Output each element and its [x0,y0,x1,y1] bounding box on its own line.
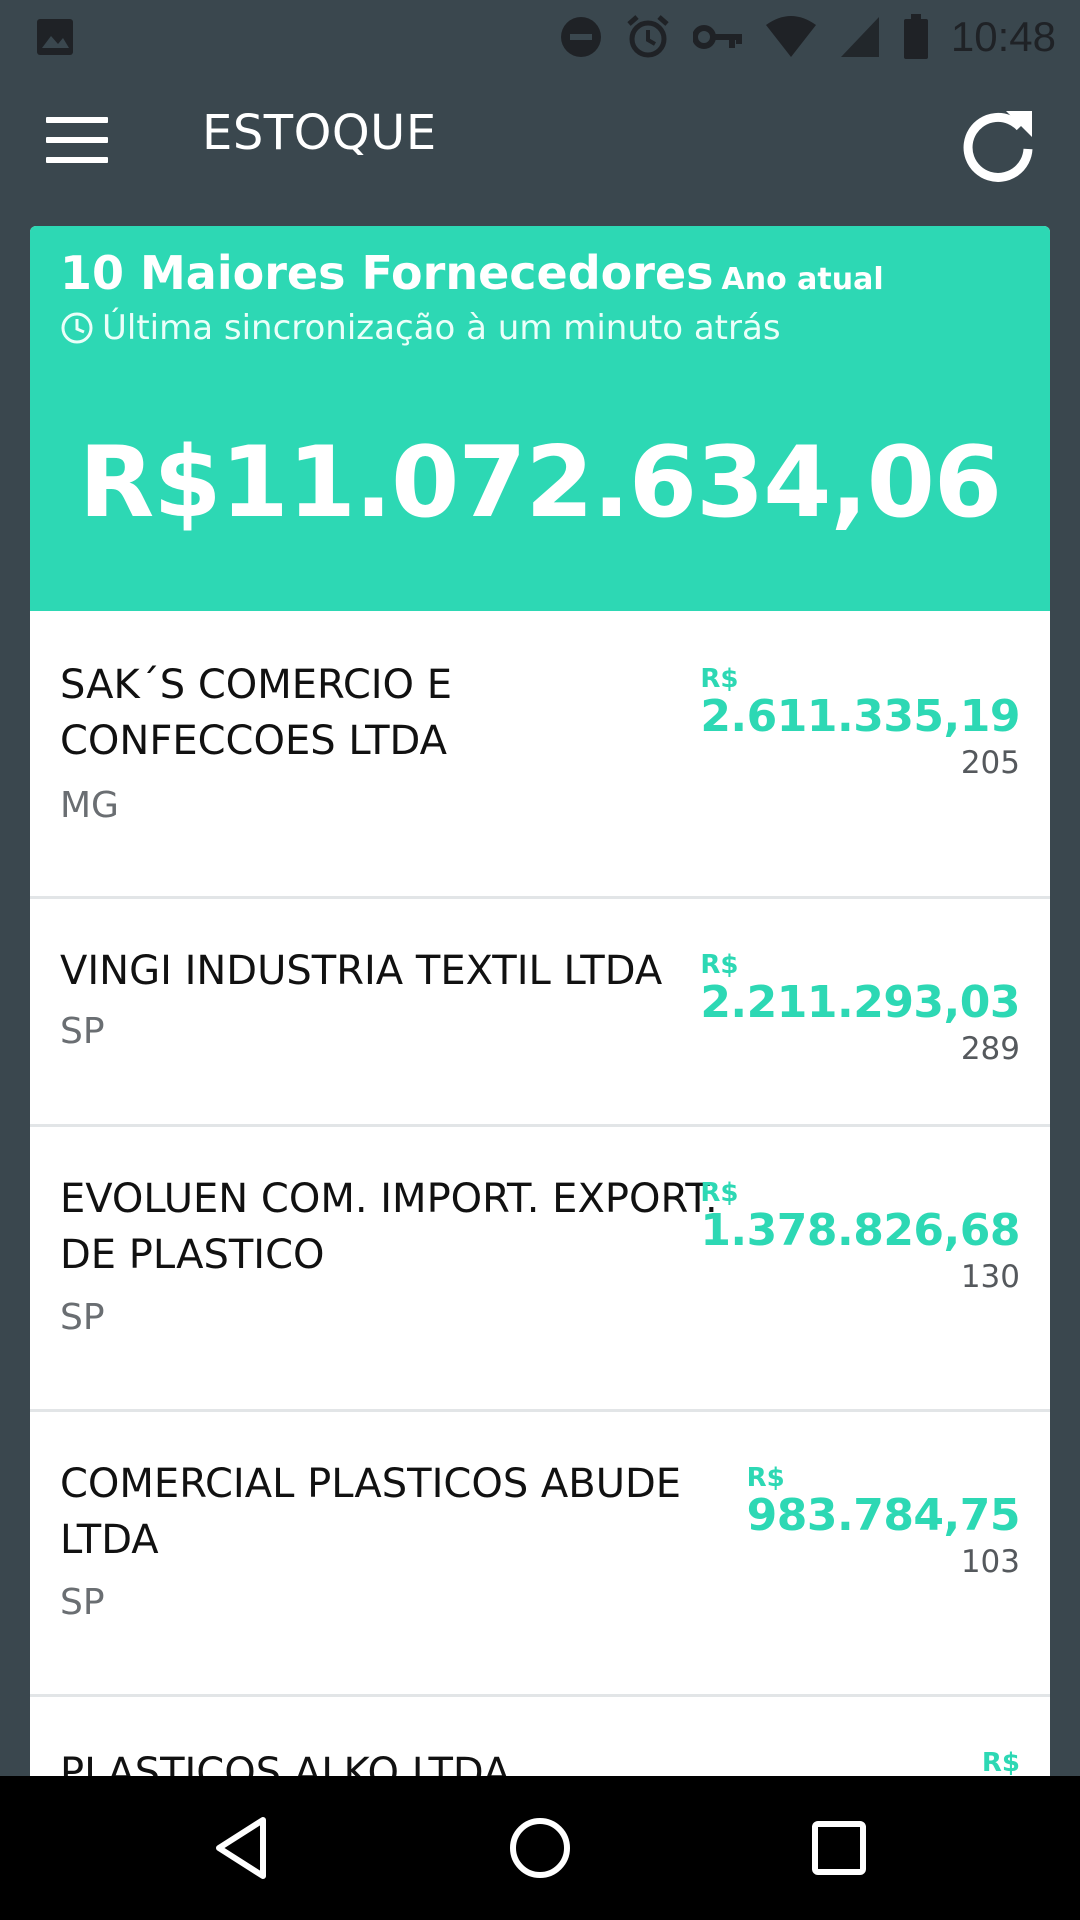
status-bar: 10:48 [0,0,1080,75]
currency-label: R$ [700,1178,739,1208]
list-item[interactable]: SAK´S COMERCIO E CONFECCOES LTDA MG R$ 2… [30,611,1050,899]
battery-icon [903,14,928,59]
supplier-value: 2.611.335,19 [700,691,1020,742]
supplier-state: SP [60,1297,105,1338]
recents-icon[interactable] [803,1812,875,1884]
clock-icon [61,312,93,344]
do-not-disturb-icon [560,17,601,57]
back-icon[interactable] [205,1812,277,1884]
total-value: R$11.072.634,06 [78,426,1002,540]
signal-icon [840,17,879,57]
navigation-bar [0,1776,1080,1920]
sync-text: Última sincronização à um minuto atrás [102,308,781,348]
summary-header: 10 Maiores Fornecedores Ano atual Última … [30,226,1050,611]
list-item[interactable]: VINGI INDUSTRIA TEXTIL LTDA SP R$ 2.211.… [30,899,1050,1127]
supplier-amount: R$ [982,1749,1020,1776]
status-time: 10:48 [950,13,1056,60]
supplier-name: COMERCIAL PLASTICOS ABUDE LTDA [60,1461,682,1563]
vpn-key-icon [692,25,742,49]
supplier-count: 289 [960,1031,1020,1067]
currency-label: R$ [700,950,739,980]
suppliers-card: 10 Maiores Fornecedores Ano atual Última … [30,226,1050,1776]
supplier-count: 205 [960,745,1020,781]
supplier-value: 2.211.293,03 [700,977,1020,1028]
supplier-count: 130 [960,1259,1020,1295]
menu-icon[interactable] [46,117,108,177]
supplier-count: 103 [960,1544,1020,1580]
supplier-name: PLASTICOS ALKO LTDA [60,1750,511,1776]
supplier-state: SP [60,1582,105,1623]
currency-label: R$ [746,1463,785,1493]
refresh-icon[interactable] [958,105,1038,185]
supplier-name: VINGI INDUSTRIA TEXTIL LTDA [60,948,663,994]
supplier-name: SAK´S COMERCIO E CONFECCOES LTDA [60,662,453,764]
supplier-amount: R$ 983.784,75 103 [746,1463,1021,1580]
supplier-name: EVOLUEN COM. IMPORT. EXPORT. DE PLASTICO [60,1176,718,1278]
supplier-amount: R$ 2.611.335,19 205 [700,665,1020,781]
list-item[interactable]: PLASTICOS ALKO LTDA R$ [30,1697,1050,1776]
currency-label: R$ [981,1748,1020,1776]
page-title: ESTOQUE [202,105,437,161]
alarm-icon [627,15,669,58]
supplier-state: MG [60,785,119,826]
list-item[interactable]: COMERCIAL PLASTICOS ABUDE LTDA SP R$ 983… [30,1412,1050,1697]
supplier-value: 1.378.826,68 [700,1205,1020,1256]
list-item[interactable]: EVOLUEN COM. IMPORT. EXPORT. DE PLASTICO… [30,1127,1050,1412]
app-bar: ESTOQUE [0,75,1080,225]
summary-title: 10 Maiores Fornecedores Ano atual [60,246,884,300]
period-label[interactable]: Ano atual [722,262,884,297]
supplier-amount: R$ 2.211.293,03 289 [700,951,1020,1067]
supplier-state: SP [60,1011,105,1052]
image-icon [37,19,73,55]
home-icon[interactable] [504,1812,576,1884]
sync-status: Última sincronização à um minuto atrás [60,308,781,348]
supplier-amount: R$ 1.378.826,68 130 [700,1179,1020,1295]
currency-label: R$ [700,664,739,694]
wifi-icon [765,16,816,57]
summary-title-text: 10 Maiores Fornecedores [60,246,714,300]
supplier-value: 983.784,75 [746,1490,1021,1541]
